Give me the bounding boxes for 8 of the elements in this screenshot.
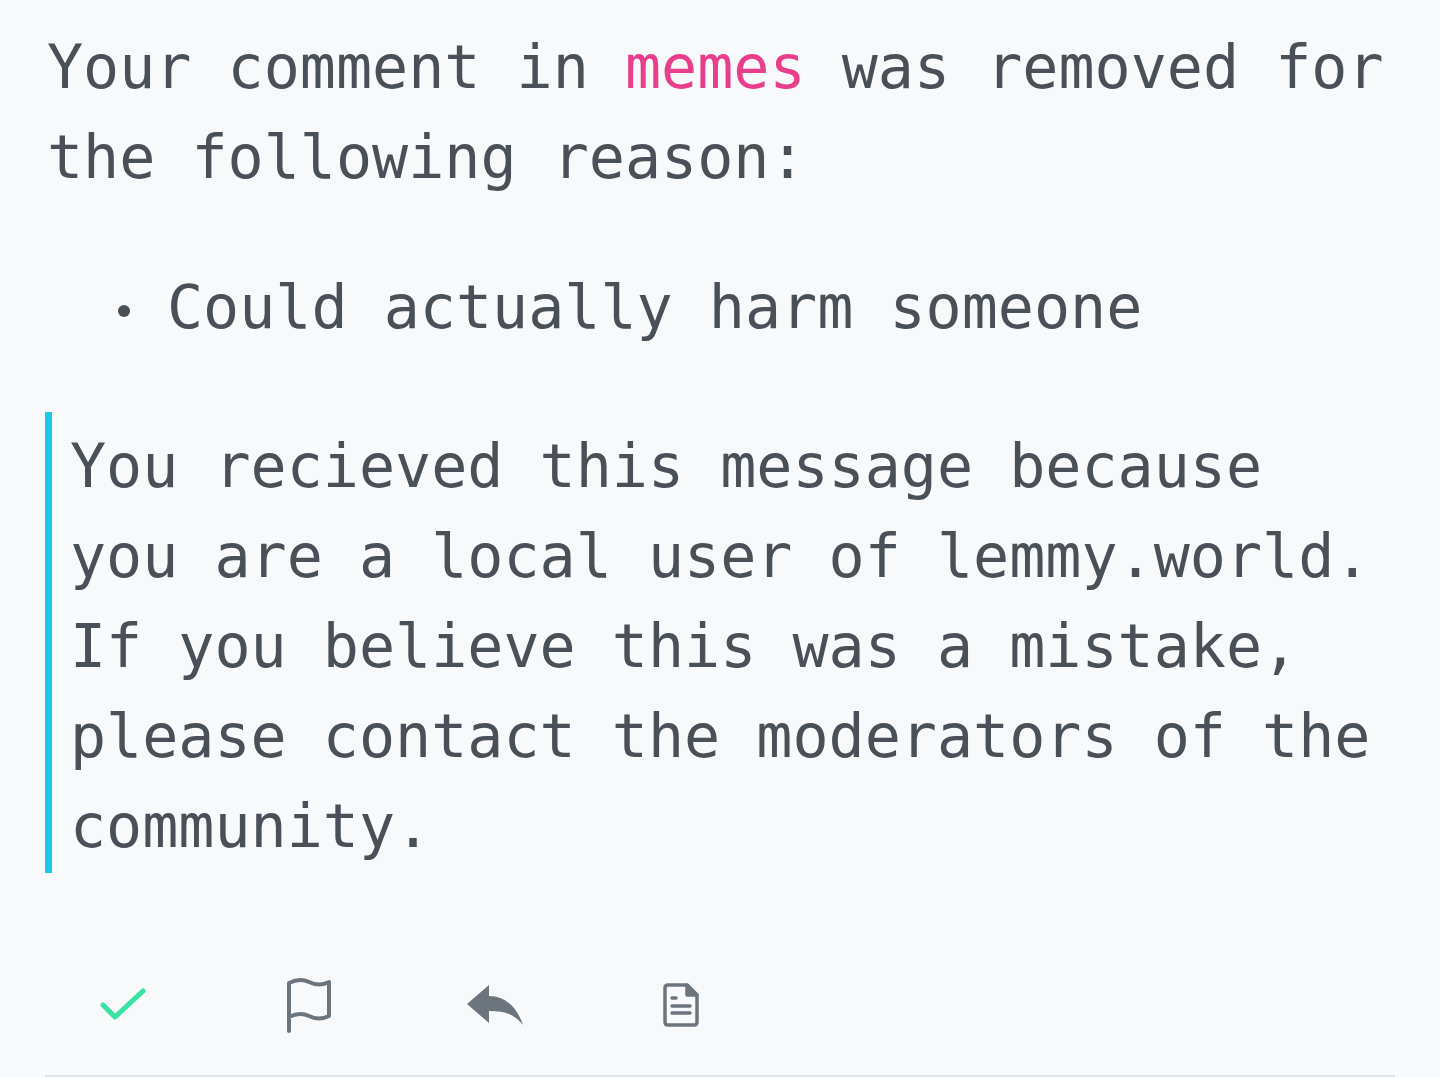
flag-icon [285, 977, 333, 1033]
quoted-note: You recieved this message because you are a local user of lemmy.world. If you believe this was a mistake, please contact the moderators of the community. [45, 412, 1395, 873]
reason-text: Could actually harm someone [167, 271, 1143, 344]
bullet-icon [118, 305, 130, 317]
document-icon [663, 983, 699, 1027]
community-link[interactable]: memes [625, 32, 806, 102]
removal-notice-text: Your comment in memes was removed for the following reason: [46, 31, 1385, 194]
reply-icon [467, 985, 523, 1025]
